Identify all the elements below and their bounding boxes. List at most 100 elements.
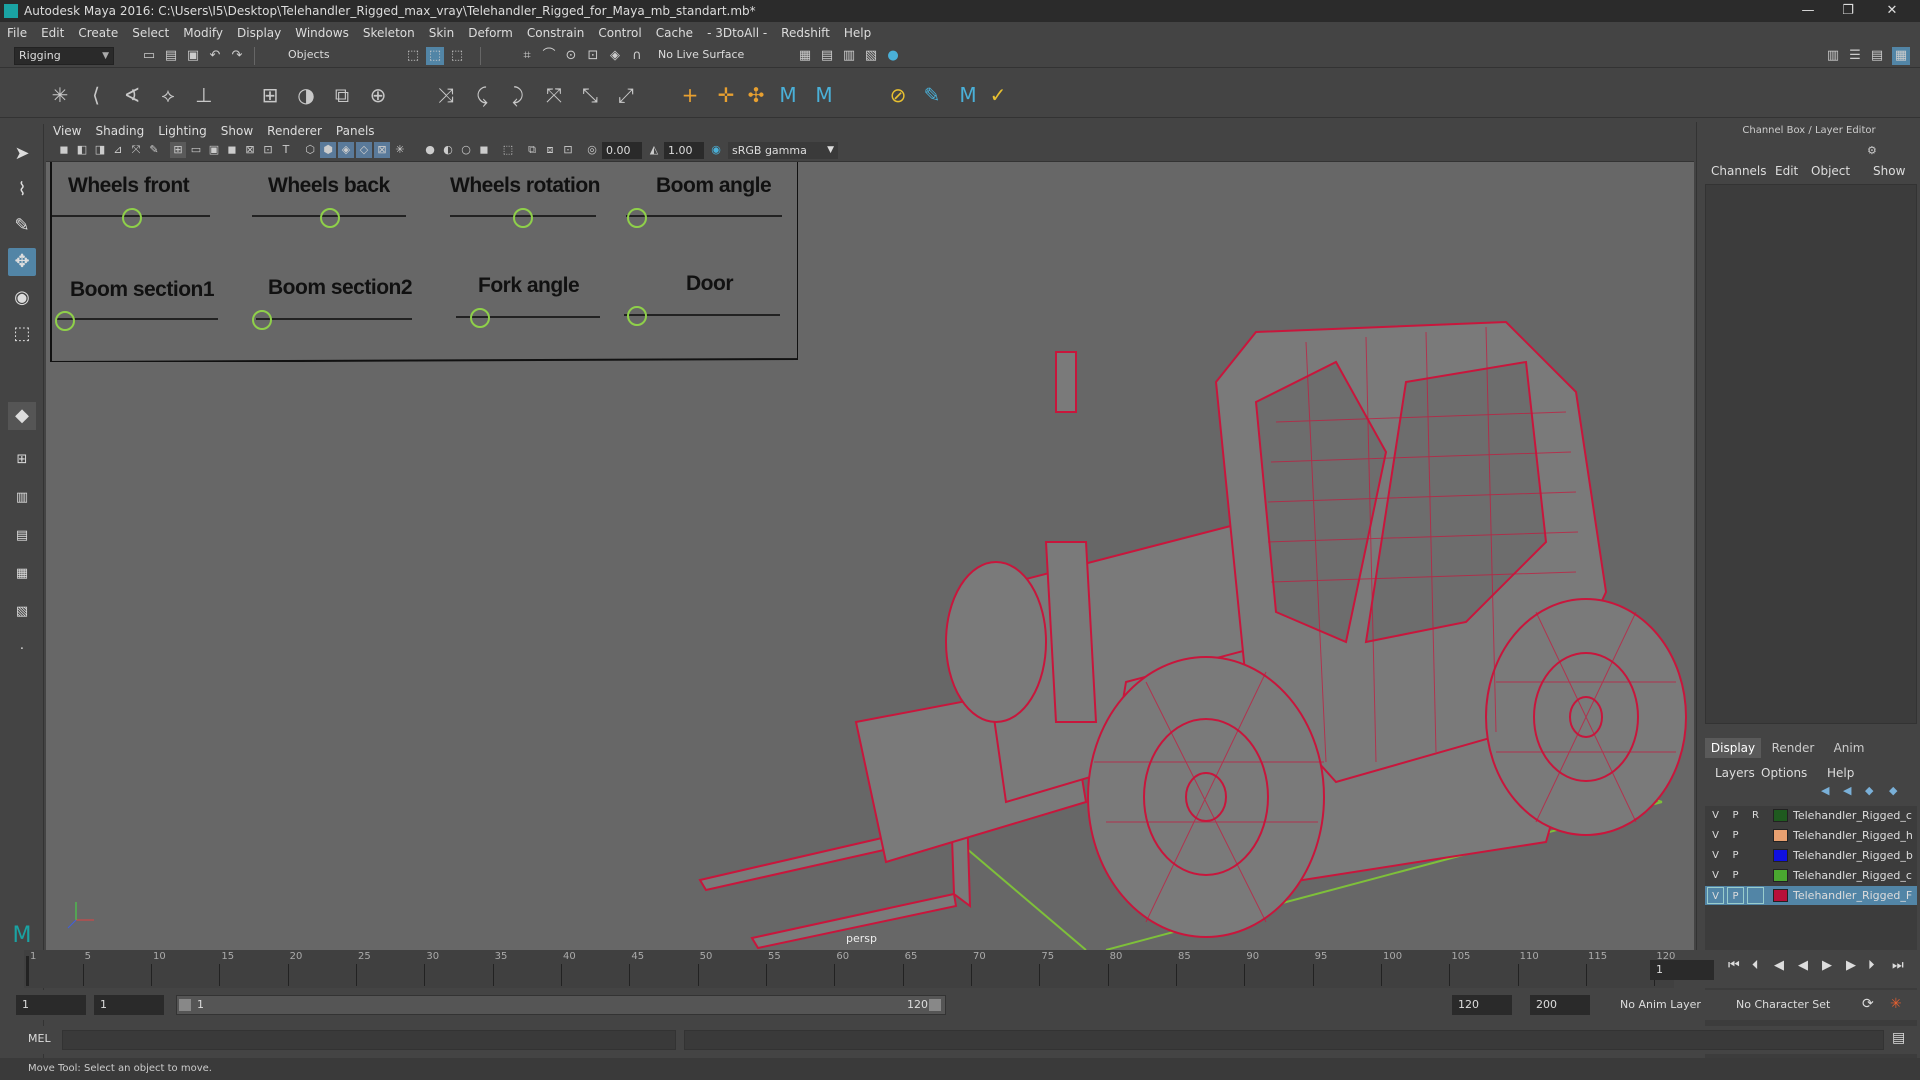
textured-icon[interactable]: ⊠ <box>374 142 390 158</box>
script-language-label[interactable]: MEL <box>28 1032 51 1045</box>
camera-select-icon[interactable]: ◼ <box>56 142 72 158</box>
hypershade-layout-icon[interactable]: ▦ <box>8 560 36 588</box>
vp-menu-renderer[interactable]: Renderer <box>260 122 329 140</box>
node-editor-layout-icon[interactable]: ▧ <box>8 598 36 626</box>
menu-3dtoall[interactable]: - 3DtoAll - <box>700 22 774 44</box>
menu-edit[interactable]: Edit <box>34 22 71 44</box>
grease-pencil-icon[interactable]: ✎ <box>146 142 162 158</box>
tab-edit[interactable]: Edit <box>1775 164 1798 178</box>
bookmark-icon[interactable]: ◨ <box>92 142 108 158</box>
move-layer-down-icon[interactable]: ◀ <box>1843 784 1851 797</box>
image-plane-icon[interactable]: ⊿ <box>110 142 126 158</box>
isolate-select-icon[interactable]: ⬚ <box>500 142 516 158</box>
menu-file[interactable]: File <box>0 22 34 44</box>
layer-name[interactable]: Telehandler_Rigged_F <box>1793 886 1917 905</box>
snap-view-icon[interactable]: ⊡ <box>584 47 602 65</box>
two-d-pan-icon[interactable]: ⤧ <box>128 142 144 158</box>
menu-display[interactable]: Display <box>230 22 288 44</box>
script-editor-icon[interactable]: ▤ <box>1892 1030 1905 1046</box>
xray-icon[interactable]: ⧉ <box>524 142 540 158</box>
ipr-render-icon[interactable]: ▥ <box>840 47 858 65</box>
new-layer-icon[interactable]: ◆ <box>1865 784 1873 797</box>
menu-skin[interactable]: Skin <box>422 22 462 44</box>
wireframe-on-shaded-icon[interactable]: ◈ <box>338 142 354 158</box>
shadows-icon[interactable]: ● <box>422 142 438 158</box>
aim-constraint-icon[interactable]: ✛ <box>712 81 740 109</box>
layer-name[interactable]: Telehandler_Rigged_b <box>1793 846 1917 865</box>
layer-row-selected[interactable]: V P Telehandler_Rigged_F <box>1705 886 1917 905</box>
display-type-toggle[interactable]: R <box>1747 807 1764 824</box>
film-gate-icon[interactable]: ▭ <box>188 142 204 158</box>
snap-curve-icon[interactable]: ⌒ <box>540 47 558 65</box>
undo-icon[interactable]: ↶ <box>206 47 224 65</box>
menuset-dropdown[interactable]: Rigging ▼ <box>14 47 114 65</box>
visibility-toggle[interactable]: V <box>1707 827 1724 844</box>
bind-skin-icon[interactable]: ⤨ <box>432 81 460 109</box>
animation-end-field[interactable]: 200 <box>1530 995 1590 1015</box>
rotate-tool-icon[interactable]: ◉ <box>8 284 36 312</box>
minimize-button[interactable]: — <box>1788 0 1828 22</box>
channel-box-area[interactable] <box>1705 184 1917 724</box>
playback-start-field[interactable]: 1 <box>94 995 164 1015</box>
layer-color-swatch[interactable] <box>1773 829 1788 842</box>
mirror-joint-icon[interactable]: ⟡ <box>154 81 182 109</box>
time-slider[interactable]: 1 5 10 15 20 25 30 35 40 45 50 55 60 65 70 75 80 85 90 95 10… <box>0 950 1920 988</box>
gate-mask-icon[interactable]: ◼ <box>224 142 240 158</box>
layer-color-swatch[interactable] <box>1773 889 1788 902</box>
step-forward-key-icon[interactable]: ⏵ <box>1868 958 1875 973</box>
redo-icon[interactable]: ↷ <box>228 47 246 65</box>
layer-row[interactable]: V P Telehandler_Rigged_b <box>1705 846 1917 865</box>
ik-spline-icon[interactable]: ∢ <box>118 81 146 109</box>
current-frame-field[interactable]: 1 <box>1650 960 1714 980</box>
range-slider[interactable]: 1 120 <box>176 995 946 1015</box>
display-type-toggle[interactable] <box>1747 847 1764 864</box>
snap-point-icon[interactable]: ⊙ <box>562 47 580 65</box>
camera-attr-icon[interactable]: ◧ <box>74 142 90 158</box>
resolution-gate-icon[interactable]: ▣ <box>206 142 222 158</box>
point-constraint-icon[interactable]: + <box>676 81 704 109</box>
menu-create[interactable]: Create <box>71 22 125 44</box>
ik-handle-icon[interactable]: ⟨ <box>82 81 110 109</box>
persp-graph-icon[interactable]: ▤ <box>8 522 36 550</box>
channel-box-icon[interactable]: ▦ <box>1892 47 1910 65</box>
vp-menu-view[interactable]: View <box>46 122 88 140</box>
orient-joint-icon[interactable]: ⊥ <box>190 81 218 109</box>
menu-deform[interactable]: Deform <box>461 22 520 44</box>
visibility-toggle[interactable]: V <box>1707 847 1724 864</box>
animation-start-field[interactable]: 1 <box>16 995 86 1015</box>
motion-blur-icon[interactable]: ○ <box>458 142 474 158</box>
interactive-bind-icon[interactable]: ⤧ <box>540 81 568 109</box>
modeling-toolkit-icon[interactable]: ▥ <box>1824 47 1842 65</box>
paint-select-icon[interactable]: ✎ <box>8 212 36 240</box>
vp-menu-lighting[interactable]: Lighting <box>151 122 214 140</box>
multisample-icon[interactable]: ◼ <box>476 142 492 158</box>
color-space-dropdown[interactable]: sRGB gamma ▼ <box>728 142 838 159</box>
menu-constrain[interactable]: Constrain <box>520 22 592 44</box>
ambient-occlusion-icon[interactable]: ◐ <box>440 142 456 158</box>
exposure-field[interactable]: 0.00 <box>602 142 642 159</box>
sculpt-icon[interactable]: ⊕ <box>364 81 392 109</box>
menu-redshift[interactable]: Redshift <box>774 22 837 44</box>
xray-active-icon[interactable]: ⊡ <box>560 142 576 158</box>
step-back-key-icon[interactable]: ⏴ <box>1752 958 1759 973</box>
menu-options[interactable]: Options <box>1761 766 1807 780</box>
render-view-icon[interactable]: ▦ <box>796 47 814 65</box>
anim-layer-dropdown[interactable]: No Anim Layer <box>1620 998 1701 1011</box>
joint-tool-icon[interactable]: ✳ <box>46 81 74 109</box>
go-to-end-icon[interactable]: ⏭ <box>1892 958 1904 973</box>
step-forward-frame-icon[interactable]: ▶ <box>1846 958 1856 973</box>
playback-toggle[interactable]: P <box>1727 867 1744 884</box>
display-type-toggle[interactable] <box>1747 867 1764 884</box>
paint-weights-icon[interactable]: ⤸ <box>504 81 532 109</box>
tab-display[interactable]: Display <box>1705 738 1761 758</box>
persp-outliner-icon[interactable]: ▥ <box>8 484 36 512</box>
four-view-icon[interactable]: ⊞ <box>8 446 36 474</box>
auto-key-icon[interactable]: ⟳ <box>1862 996 1874 1012</box>
hypershade-icon[interactable]: ● <box>884 47 902 65</box>
go-to-start-icon[interactable]: ⏮ <box>1728 958 1740 973</box>
step-back-frame-icon[interactable]: ◀ <box>1774 958 1784 973</box>
playback-toggle[interactable]: P <box>1727 887 1744 904</box>
attribute-editor-icon[interactable]: ☰ <box>1846 47 1864 65</box>
new-layer-selected-icon[interactable]: ◆ <box>1889 784 1897 797</box>
tab-anim[interactable]: Anim <box>1821 738 1877 758</box>
